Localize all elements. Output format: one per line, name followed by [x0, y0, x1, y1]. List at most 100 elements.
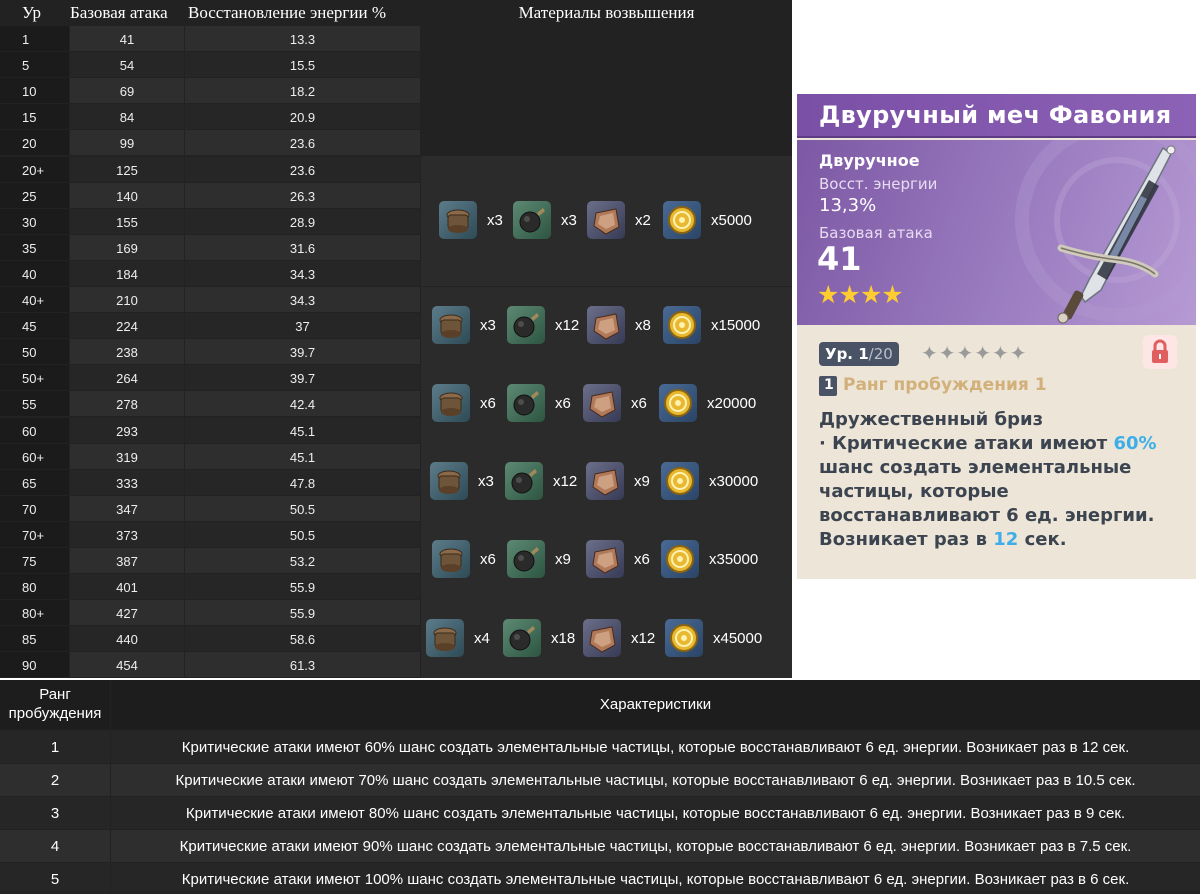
ascension-materials-cell: x3 x12 x9 x30000	[421, 443, 792, 521]
table-row: 1 41 13.3	[0, 26, 420, 52]
cell-base-atk: 387	[116, 554, 138, 569]
material-count: x8	[635, 317, 651, 334]
cell-base-atk: 169	[116, 241, 138, 256]
cell-energy-recharge: 18.2	[289, 84, 316, 99]
refinement-rank-label: Ранг пробуждения 1	[843, 375, 1047, 395]
cell-level: 80+	[22, 606, 45, 621]
cell-level: 70	[22, 502, 37, 517]
material-count: x6	[634, 551, 650, 568]
cell-base-atk: 184	[116, 267, 138, 282]
table-row: 35 169 31.6	[0, 235, 420, 261]
cell-energy-recharge: 31.6	[289, 241, 316, 256]
cell-base-atk: 440	[116, 632, 138, 647]
material-count: x2	[635, 212, 651, 229]
material-count: x45000	[713, 630, 763, 647]
domain-material-icon	[430, 462, 468, 500]
substat-label: Восст. энергии	[819, 175, 938, 193]
table-row: 40+ 210 34.3	[0, 287, 420, 313]
level-badge: Ур. 1/20	[819, 342, 899, 366]
domain-material-icon	[439, 201, 477, 239]
ascension-materials-cell: x6 x9 x6 x35000	[421, 521, 792, 600]
table-row: 55 278 42.4	[0, 391, 420, 417]
cell-refinement-effect: Критические атаки имеют 60% шанс создать…	[111, 731, 1200, 763]
ascension-materials-cell: x6 x6 x6 x20000	[421, 365, 792, 443]
cell-base-atk: 347	[116, 502, 138, 517]
cell-base-atk: 41	[119, 32, 135, 47]
material-count: x5000	[711, 212, 752, 229]
ascension-stars: ✦✦✦✦✦✦	[921, 341, 1028, 365]
cell-energy-recharge: 50.5	[289, 528, 316, 543]
mora-coin-icon	[663, 306, 701, 344]
base-atk-value: 41	[817, 240, 862, 278]
table-row: 50+ 264 39.7	[0, 365, 420, 391]
cell-refinement-rank: 2	[0, 764, 110, 796]
passive-cooldown: 12	[993, 529, 1019, 550]
cell-energy-recharge: 23.6	[289, 163, 316, 178]
cell-level: 20	[22, 136, 37, 151]
cell-energy-recharge: 50.5	[289, 502, 316, 517]
domain-material-icon	[432, 540, 470, 578]
mora-coin-icon	[659, 384, 697, 422]
cell-base-atk: 293	[116, 424, 138, 439]
material-count: x6	[480, 551, 496, 568]
cell-energy-recharge: 61.3	[289, 658, 316, 673]
passive-text: Возникает раз в	[819, 529, 994, 550]
cell-level: 25	[22, 189, 37, 204]
weapon-details-panel: Ур. 1/20 ✦✦✦✦✦✦ 1 Ранг пробуждения 1 Дру…	[797, 325, 1196, 579]
cell-level: 10	[22, 84, 37, 99]
domain-material-icon	[432, 384, 470, 422]
elite-drop-icon	[507, 306, 545, 344]
greatsword-icon	[1057, 145, 1176, 324]
cell-refinement-rank: 1	[0, 731, 110, 763]
cell-base-atk: 210	[116, 293, 138, 308]
table-row: 60+ 319 45.1	[0, 444, 420, 470]
table-row: 1 Критические атаки имеют 60% шанс созда…	[0, 731, 1200, 763]
common-drop-icon	[587, 306, 625, 344]
passive-text: · Критические атаки имеют	[819, 433, 1114, 454]
substat-value: 13,3%	[819, 195, 877, 216]
cell-energy-recharge: 42.4	[289, 397, 316, 412]
cell-base-atk: 155	[116, 215, 138, 230]
passive-line-4: восстанавливают 6 ед. энергии.	[819, 505, 1155, 526]
cell-energy-recharge: 55.9	[289, 580, 316, 595]
header-refinement-rank-line-2: пробуждения	[8, 705, 102, 722]
cell-level: 20+	[22, 163, 45, 178]
cell-level: 5	[22, 58, 30, 73]
refinement-rank-badge: 1	[819, 376, 837, 396]
cell-base-atk: 125	[116, 163, 138, 178]
weapon-title: Двуручный меч Фавония	[819, 101, 1172, 129]
cell-level: 50	[22, 345, 37, 360]
cell-base-atk: 333	[116, 476, 138, 491]
cell-level: 75	[22, 554, 37, 569]
passive-line-5: Возникает раз в 12 сек.	[819, 529, 1067, 550]
cell-level: 40	[22, 267, 37, 282]
table-row: 70 347 50.5	[0, 496, 420, 522]
table-row: 20 99 23.6	[0, 130, 420, 156]
cell-energy-recharge: 39.7	[289, 371, 316, 386]
material-count: x9	[555, 551, 571, 568]
rarity-stars: ★★★★	[817, 280, 904, 309]
table-row: 90 454 61.3	[0, 652, 420, 678]
table-row: 50 238 39.7	[0, 339, 420, 365]
material-count: x30000	[709, 473, 759, 490]
elite-drop-icon	[507, 540, 545, 578]
table-row: 4 Критические атаки имеют 90% шанс созда…	[0, 830, 1200, 862]
material-count: x12	[555, 317, 580, 334]
lock-button[interactable]	[1143, 335, 1177, 369]
table-row: 75 387 53.2	[0, 548, 420, 574]
material-count: x6	[480, 395, 496, 412]
passive-line-1: · Критические атаки имеют 60%	[819, 433, 1157, 454]
cell-energy-recharge: 34.3	[289, 293, 316, 308]
cell-base-atk: 84	[119, 110, 135, 125]
table-row: 80+ 427 55.9	[0, 600, 420, 626]
table-row: 45 224 37	[0, 313, 420, 339]
passive-crit-chance: 60%	[1113, 433, 1157, 454]
passive-line-3: частицы, которые	[819, 481, 1009, 502]
common-drop-icon	[587, 201, 625, 239]
level-stats-table: Ур Базовая атака Восстановление энергии …	[0, 0, 792, 678]
table-row: 40 184 34.3	[0, 261, 420, 287]
cell-refinement-rank: 5	[0, 863, 110, 894]
cell-base-atk: 278	[116, 397, 138, 412]
material-count: x3	[561, 212, 577, 229]
passive-name: Дружественный бриз	[819, 409, 1044, 430]
